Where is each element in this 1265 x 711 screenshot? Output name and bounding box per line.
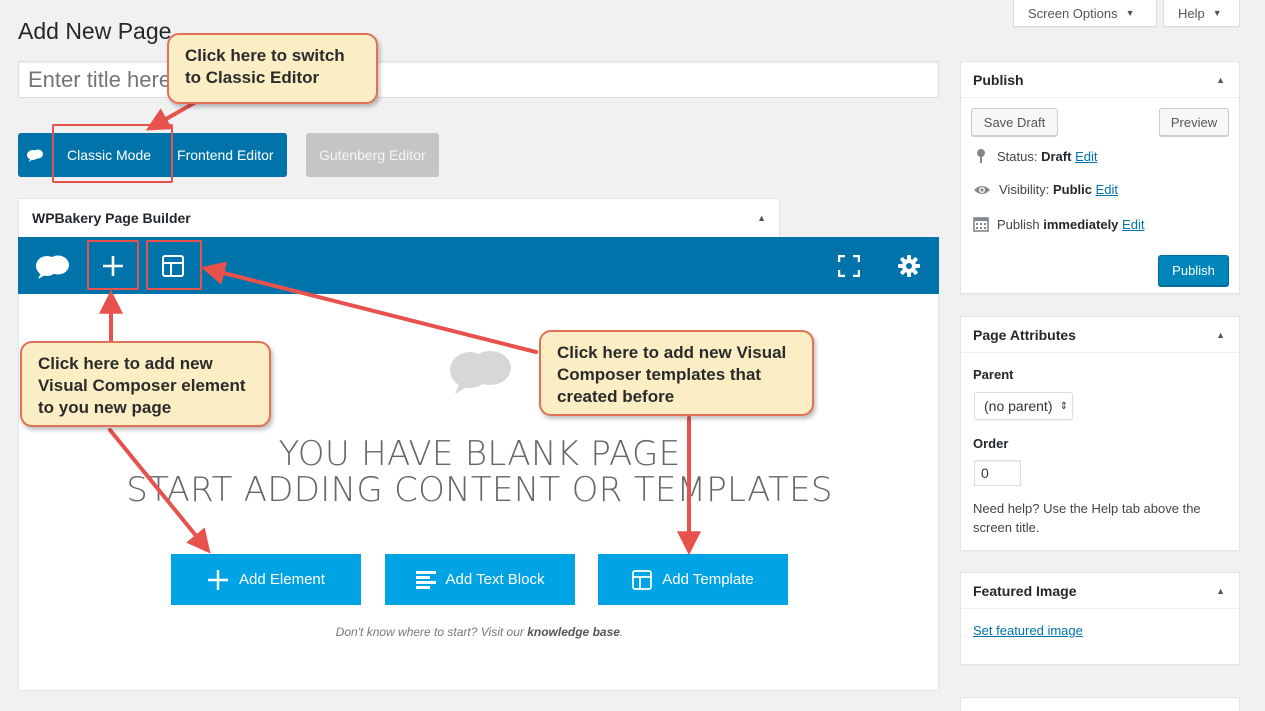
page-title: Add New Page	[18, 18, 172, 44]
publish-button[interactable]: Publish	[1158, 255, 1229, 286]
featured-image-header[interactable]: Featured Image ▲	[961, 573, 1239, 609]
collapse-arrow-icon[interactable]: ▲	[1216, 75, 1225, 85]
help-label: Help	[1178, 5, 1205, 21]
wpbakery-cloud-icon	[26, 149, 43, 162]
blank-page-heading: YOU HAVE BLANK PAGE	[278, 434, 681, 474]
gutenberg-editor-button[interactable]: Gutenberg Editor	[306, 133, 439, 177]
parent-select[interactable]: (no parent) ⇕	[974, 392, 1073, 420]
featured-image-box: Featured Image ▲ Set featured image	[960, 572, 1240, 665]
collapse-arrow-icon[interactable]: ▲	[757, 213, 766, 223]
wpbakery-panel-header[interactable]: WPBakery Page Builder ▲	[18, 198, 780, 237]
callout-add-element: Click here to add new Visual Composer el…	[20, 341, 271, 427]
status-row: Status: Draft Edit	[973, 148, 1097, 164]
publish-when: immediately	[1043, 216, 1119, 232]
page-attributes-help: Need help? Use the Help tab above the sc…	[973, 501, 1201, 535]
caret-down-icon: ▼	[1212, 8, 1222, 18]
save-draft-button[interactable]: Save Draft	[971, 108, 1058, 136]
classic-mode-highlight	[52, 124, 173, 183]
wpbakery-panel-title: WPBakery Page Builder	[32, 210, 191, 226]
collapse-arrow-icon[interactable]: ▲	[1216, 586, 1225, 596]
add-text-block-button[interactable]: Add Text Block	[385, 554, 575, 605]
title-input[interactable]	[18, 61, 939, 98]
page-attributes-box: Page Attributes ▲ Parent (no parent) ⇕ O…	[960, 316, 1240, 551]
edit-status-link[interactable]: Edit	[1075, 149, 1097, 164]
callout-templates: Click here to add new Visual Composer te…	[539, 330, 814, 416]
visibility-row: Visibility: Public Edit	[973, 182, 1118, 197]
page-attributes-header[interactable]: Page Attributes ▲	[961, 317, 1239, 353]
page-attributes-title: Page Attributes	[973, 326, 1076, 343]
plus-icon	[208, 569, 229, 590]
callout-classic-editor: Click here to switch to Classic Editor	[167, 33, 378, 104]
wpbakery-logo-button[interactable]	[18, 133, 51, 177]
add-element-highlight	[87, 240, 139, 290]
caret-down-icon: ▼	[1125, 8, 1135, 18]
add-text-block-label: Add Text Block	[445, 571, 545, 588]
parent-select-value: (no parent)	[984, 398, 1053, 414]
preview-button[interactable]: Preview	[1159, 108, 1229, 136]
calendar-icon	[973, 217, 989, 232]
screen-options-label: Screen Options	[1028, 5, 1118, 21]
parent-label: Parent	[973, 367, 1014, 382]
template-layout-icon	[632, 569, 653, 590]
status-label: Status:	[997, 148, 1038, 164]
publish-schedule-row: Publish immediately Edit	[973, 216, 1144, 232]
add-template-button[interactable]: Add Template	[598, 554, 788, 605]
knowledge-base-hint: Don't know where to start? Visit our kno…	[19, 625, 940, 639]
templates-highlight	[146, 240, 202, 290]
kb-prefix-text: Don't know where to start? Visit our	[335, 625, 528, 639]
status-value: Draft	[1041, 148, 1072, 164]
eye-icon	[974, 185, 990, 194]
publish-label: Publish	[997, 216, 1040, 232]
select-updown-icon: ⇕	[1059, 400, 1068, 412]
frontend-editor-button[interactable]: Frontend Editor	[167, 133, 287, 177]
panel-header-gap	[780, 198, 939, 237]
blank-page-subheading: START ADDING CONTENT OR TEMPLATES	[126, 470, 833, 510]
add-element-label: Add Element	[239, 571, 325, 588]
edit-schedule-link[interactable]: Edit	[1122, 217, 1144, 232]
fullscreen-icon[interactable]	[826, 237, 872, 294]
publish-box: Publish ▲ Save Draft Preview Status: Dra…	[960, 61, 1240, 294]
visibility-value: Public	[1052, 182, 1092, 197]
edit-visibility-link[interactable]: Edit	[1096, 182, 1118, 197]
screen-options-tab[interactable]: Screen Options ▼	[1013, 0, 1157, 27]
order-label: Order	[973, 436, 1009, 451]
publish-box-header[interactable]: Publish ▲	[961, 62, 1239, 98]
publish-box-title: Publish	[973, 71, 1024, 88]
featured-image-title: Featured Image	[973, 582, 1077, 599]
text-lines-icon	[415, 570, 436, 589]
collapse-arrow-icon[interactable]: ▲	[1216, 330, 1225, 340]
add-element-button[interactable]: Add Element	[171, 554, 361, 605]
order-input[interactable]: 0	[974, 460, 1021, 486]
kb-suffix-text: .	[619, 625, 624, 639]
wpbakery-cloud-icon	[446, 346, 514, 401]
help-tab[interactable]: Help ▼	[1163, 0, 1240, 27]
set-featured-image-link[interactable]: Set featured image	[973, 623, 1083, 638]
knowledge-base-link[interactable]: knowledge base	[527, 625, 620, 639]
next-sidebar-box	[960, 697, 1240, 711]
add-template-label: Add Template	[662, 571, 754, 588]
visibility-label: Visibility:	[999, 182, 1050, 197]
pin-icon	[977, 149, 985, 163]
wpbakery-logo-icon[interactable]	[28, 237, 76, 294]
settings-gear-icon[interactable]	[886, 237, 932, 294]
